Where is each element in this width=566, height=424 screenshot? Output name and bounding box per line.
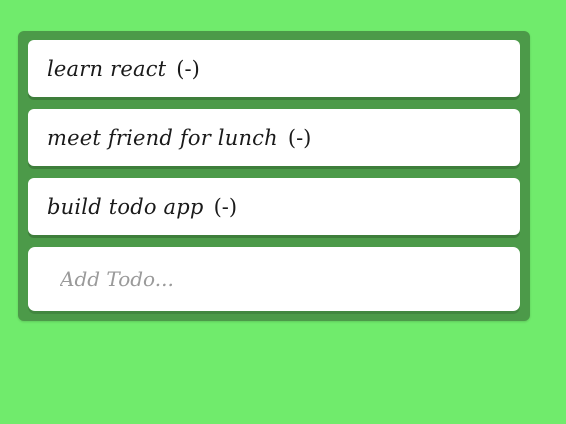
remove-todo-button[interactable]: (-) bbox=[288, 126, 311, 150]
todo-item: build todo app (-) bbox=[28, 178, 520, 235]
todo-item: meet friend for lunch (-) bbox=[28, 109, 520, 166]
add-todo-container bbox=[28, 247, 520, 311]
todo-item: learn react (-) bbox=[28, 40, 520, 97]
todo-list-panel: learn react (-) meet friend for lunch (-… bbox=[18, 31, 530, 321]
remove-todo-button[interactable]: (-) bbox=[176, 57, 199, 81]
add-todo-input[interactable] bbox=[28, 247, 520, 311]
todo-text: meet friend for lunch bbox=[47, 125, 278, 150]
todo-text: build todo app bbox=[47, 194, 204, 219]
todo-text: learn react bbox=[47, 56, 167, 81]
remove-todo-button[interactable]: (-) bbox=[214, 195, 237, 219]
